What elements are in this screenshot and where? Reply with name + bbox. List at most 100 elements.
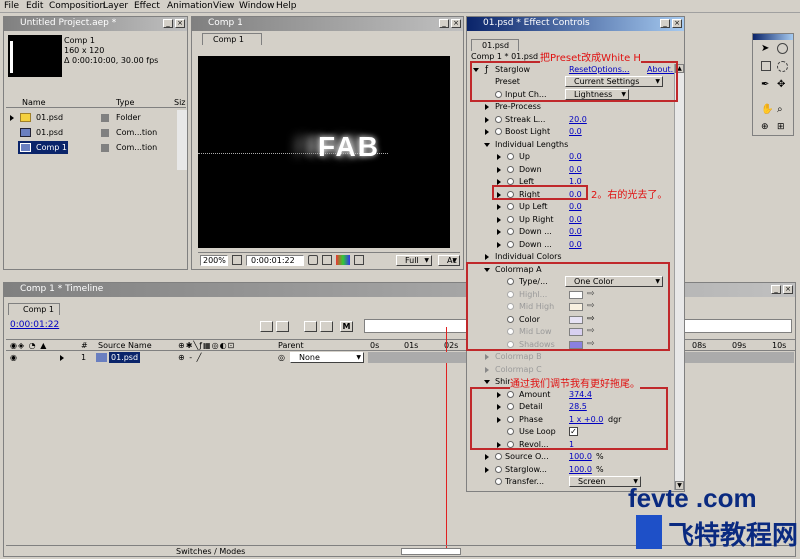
comp-icon: [20, 143, 31, 152]
draft3d-icon[interactable]: [304, 321, 317, 332]
streak-length-value[interactable]: 20.0: [569, 115, 587, 124]
list-item[interactable]: 01.psd Folder: [6, 111, 186, 125]
stopwatch-icon[interactable]: [495, 478, 502, 485]
channel-icon[interactable]: [336, 255, 350, 265]
menu-help[interactable]: Help: [276, 1, 297, 11]
boost-light-value[interactable]: 0.0: [569, 127, 582, 136]
table-row[interactable]: ◉ 1 01.psd ⊕ - ╱ ◎ None: [6, 352, 364, 364]
stopwatch-icon[interactable]: [507, 203, 514, 210]
parent-select[interactable]: None: [290, 352, 364, 363]
close-icon[interactable]: ×: [451, 19, 461, 28]
minimize-button[interactable]: _: [771, 285, 781, 294]
up-right-value[interactable]: 0.0: [569, 215, 582, 224]
tab-timeline-comp1[interactable]: Comp 1: [8, 303, 60, 315]
starglow-opacity-value[interactable]: 100.0: [569, 465, 592, 474]
stopwatch-icon[interactable]: [495, 453, 502, 460]
close-icon[interactable]: ×: [175, 19, 185, 28]
comp-viewer[interactable]: FAB: [198, 56, 450, 248]
frame-blend-icon[interactable]: [320, 321, 333, 332]
scrollbar[interactable]: [177, 110, 187, 170]
list-item[interactable]: 01.psd Com...tion: [6, 126, 186, 140]
visibility-icon[interactable]: ◉: [10, 353, 17, 362]
menu-file[interactable]: File: [4, 1, 19, 11]
source-opacity-value[interactable]: 100.0: [569, 452, 592, 461]
minimize-button[interactable]: _: [439, 19, 449, 28]
hand-tool-icon[interactable]: ✋: [761, 104, 773, 115]
ruler-label: 09s: [732, 341, 747, 350]
tab-comp1[interactable]: Comp 1: [202, 33, 262, 45]
list-item[interactable]: Comp 1 Com...tion: [6, 141, 186, 155]
minimize-button[interactable]: _: [163, 19, 173, 28]
camera-tool-icon[interactable]: [761, 61, 771, 71]
menu-composition[interactable]: Composition: [49, 1, 105, 11]
render-icon[interactable]: [276, 321, 289, 332]
zoom-slider[interactable]: [401, 548, 461, 555]
orbit-tool-icon[interactable]: ⊕: [761, 122, 769, 132]
resolution-select[interactable]: Full: [396, 255, 432, 266]
minimize-button[interactable]: _: [660, 19, 670, 28]
col-layer-number: #: [81, 341, 88, 350]
timeline-current-time[interactable]: 0:00:01:22: [10, 320, 59, 330]
up-left-value[interactable]: 0.0: [569, 202, 582, 211]
current-time[interactable]: 0:00:01:22: [246, 255, 304, 266]
stopwatch-icon[interactable]: [507, 153, 514, 160]
col-size[interactable]: Siz: [174, 98, 186, 107]
stopwatch-icon[interactable]: [495, 128, 502, 135]
comp-size: 160 x 120: [64, 46, 105, 55]
up-value[interactable]: 0.0: [569, 152, 582, 161]
menu-view[interactable]: View: [213, 1, 234, 11]
down-right-value[interactable]: 0.0: [569, 240, 582, 249]
col-parent[interactable]: Parent: [278, 341, 304, 350]
layer-name[interactable]: 01.psd: [109, 352, 141, 363]
track-tool-icon[interactable]: ⊞: [777, 122, 785, 132]
camera-select[interactable]: Ac: [438, 255, 460, 266]
menu-layer[interactable]: Layer: [103, 1, 128, 11]
annotation-box-right: [492, 185, 588, 200]
selection-tool-icon[interactable]: ➤: [761, 43, 769, 54]
region-icon[interactable]: [354, 255, 364, 265]
stopwatch-icon[interactable]: [507, 241, 514, 248]
stopwatch-icon[interactable]: [507, 228, 514, 235]
tools-palette: ➤ ✒ ✥ ✋ ⌕ ⊕ ⊞: [752, 33, 794, 136]
layer-switches[interactable]: ⊕ - ╱: [178, 353, 203, 362]
expand-icon[interactable]: [60, 355, 64, 361]
annotation-box-shimmer: [470, 387, 668, 450]
stopwatch-icon[interactable]: [507, 166, 514, 173]
grid-icon[interactable]: [232, 255, 242, 265]
menu-edit[interactable]: Edit: [26, 1, 43, 11]
mask-tool-icon[interactable]: [777, 61, 788, 72]
comp-flowchart-icon[interactable]: [260, 321, 273, 332]
annotation-right: 2。右的光去了。: [591, 190, 668, 201]
col-name[interactable]: Name: [22, 98, 46, 107]
effect-scrollbar[interactable]: ▲ ▼: [674, 64, 684, 490]
pen-tool-icon[interactable]: ✒: [761, 79, 769, 90]
stopwatch-icon[interactable]: [495, 116, 502, 123]
snapshot-icon[interactable]: [308, 255, 318, 265]
switches-modes-toggle[interactable]: Switches / Modes: [176, 547, 245, 556]
show-snapshot-icon[interactable]: [322, 255, 332, 265]
menu-animation[interactable]: Animation: [167, 1, 213, 11]
down-left-value[interactable]: 0.0: [569, 227, 582, 236]
pan-tool-icon[interactable]: ✥: [777, 79, 785, 90]
col-type[interactable]: Type: [116, 98, 134, 107]
project-list-header: Name Type Siz: [6, 97, 186, 108]
menu-window[interactable]: Window: [239, 1, 275, 11]
col-source-name[interactable]: Source Name: [98, 341, 152, 350]
tab-effect-01psd[interactable]: 01.psd: [471, 39, 519, 51]
expand-icon[interactable]: [10, 115, 14, 121]
stopwatch-icon[interactable]: [495, 466, 502, 473]
rotate-tool-icon[interactable]: [777, 43, 788, 54]
close-icon[interactable]: ×: [672, 19, 682, 28]
menu-effect[interactable]: Effect: [134, 1, 160, 11]
comp-titlebar: Comp 1: [192, 17, 463, 31]
pick-whip-icon[interactable]: ◎: [278, 353, 285, 362]
stopwatch-icon[interactable]: [507, 178, 514, 185]
zoom-select[interactable]: 200%: [200, 255, 228, 266]
close-icon[interactable]: ×: [783, 285, 793, 294]
motion-blur-icon[interactable]: M: [340, 321, 353, 332]
zoom-tool-icon[interactable]: ⌕: [777, 104, 783, 115]
ruler-label: 01s: [404, 341, 419, 350]
project-window: Untitled Project.aep * _ × Comp 1 160 x …: [3, 16, 188, 270]
stopwatch-icon[interactable]: [507, 216, 514, 223]
down-value[interactable]: 0.0: [569, 165, 582, 174]
